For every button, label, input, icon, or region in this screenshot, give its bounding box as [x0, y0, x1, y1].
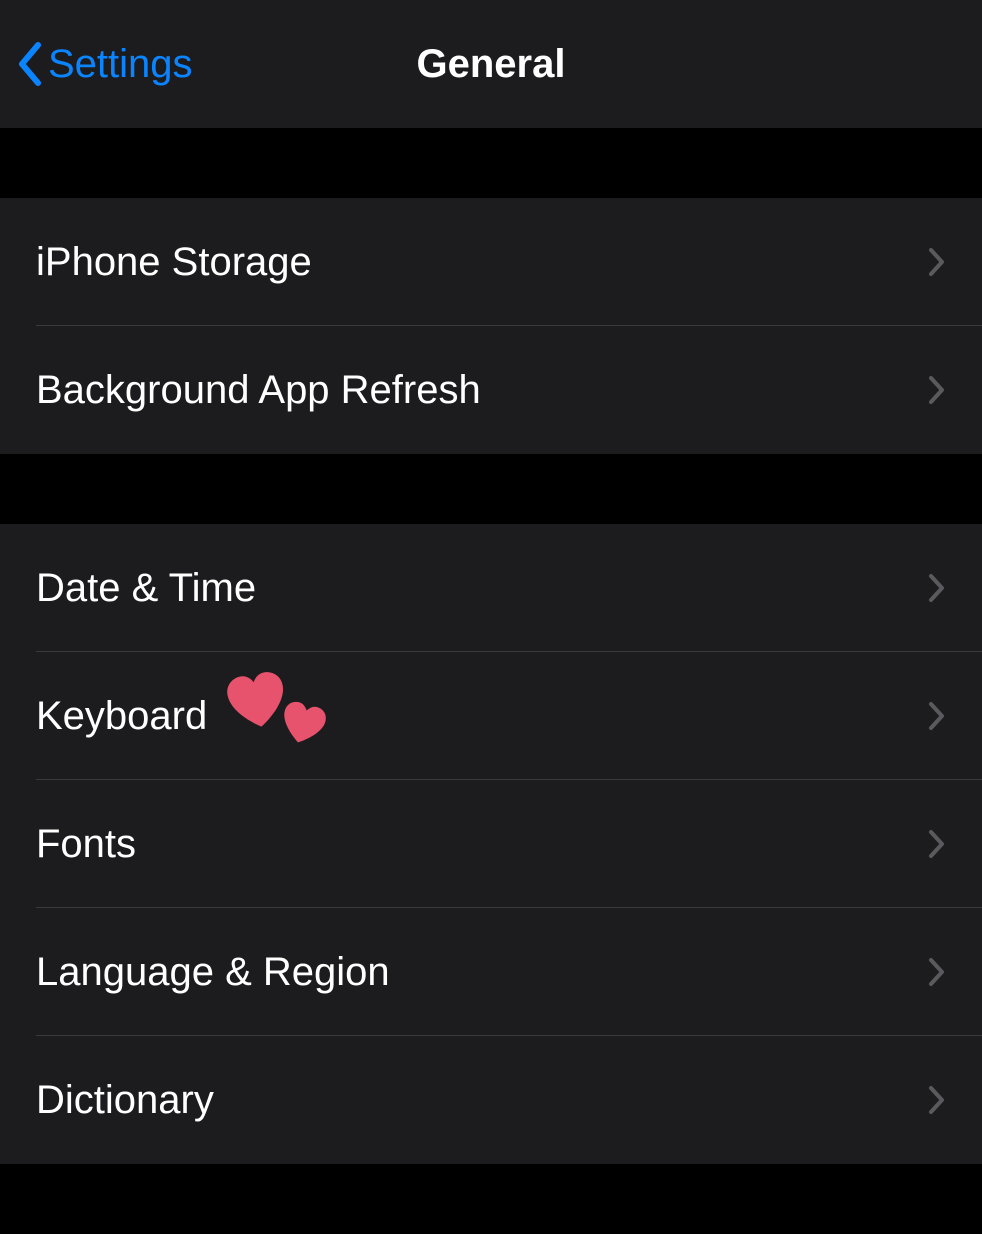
list-item-background-app-refresh[interactable]: Background App Refresh — [0, 326, 982, 454]
list-item-date-time[interactable]: Date & Time — [0, 524, 982, 652]
chevron-right-icon — [928, 957, 946, 987]
list-item-label: Keyboard — [36, 680, 345, 752]
list-item-label: Background App Refresh — [36, 368, 481, 413]
chevron-right-icon — [928, 1085, 946, 1115]
back-button[interactable]: Settings — [16, 41, 193, 87]
list-item-label: Fonts — [36, 822, 136, 867]
list-item-iphone-storage[interactable]: iPhone Storage — [0, 198, 982, 326]
list-group-input: Date & Time Keyboard Fonts Language — [0, 524, 982, 1164]
chevron-right-icon — [928, 829, 946, 859]
chevron-left-icon — [16, 41, 46, 87]
list-item-label: Date & Time — [36, 566, 256, 611]
back-button-label: Settings — [48, 42, 193, 87]
list-item-label: iPhone Storage — [36, 240, 312, 285]
chevron-right-icon — [928, 701, 946, 731]
chevron-right-icon — [928, 375, 946, 405]
list-item-label: Dictionary — [36, 1078, 214, 1123]
hearts-icon — [225, 680, 345, 752]
list-item-dictionary[interactable]: Dictionary — [0, 1036, 982, 1164]
list-item-keyboard[interactable]: Keyboard — [0, 652, 982, 780]
section-gap — [0, 454, 982, 524]
list-item-language-region[interactable]: Language & Region — [0, 908, 982, 1036]
list-item-fonts[interactable]: Fonts — [0, 780, 982, 908]
list-item-text: Keyboard — [36, 694, 207, 739]
navbar: Settings General — [0, 0, 982, 128]
list-group-storage: iPhone Storage Background App Refresh — [0, 198, 982, 454]
list-item-label: Language & Region — [36, 950, 390, 995]
section-gap — [0, 128, 982, 198]
chevron-right-icon — [928, 247, 946, 277]
chevron-right-icon — [928, 573, 946, 603]
section-gap — [0, 1164, 982, 1234]
